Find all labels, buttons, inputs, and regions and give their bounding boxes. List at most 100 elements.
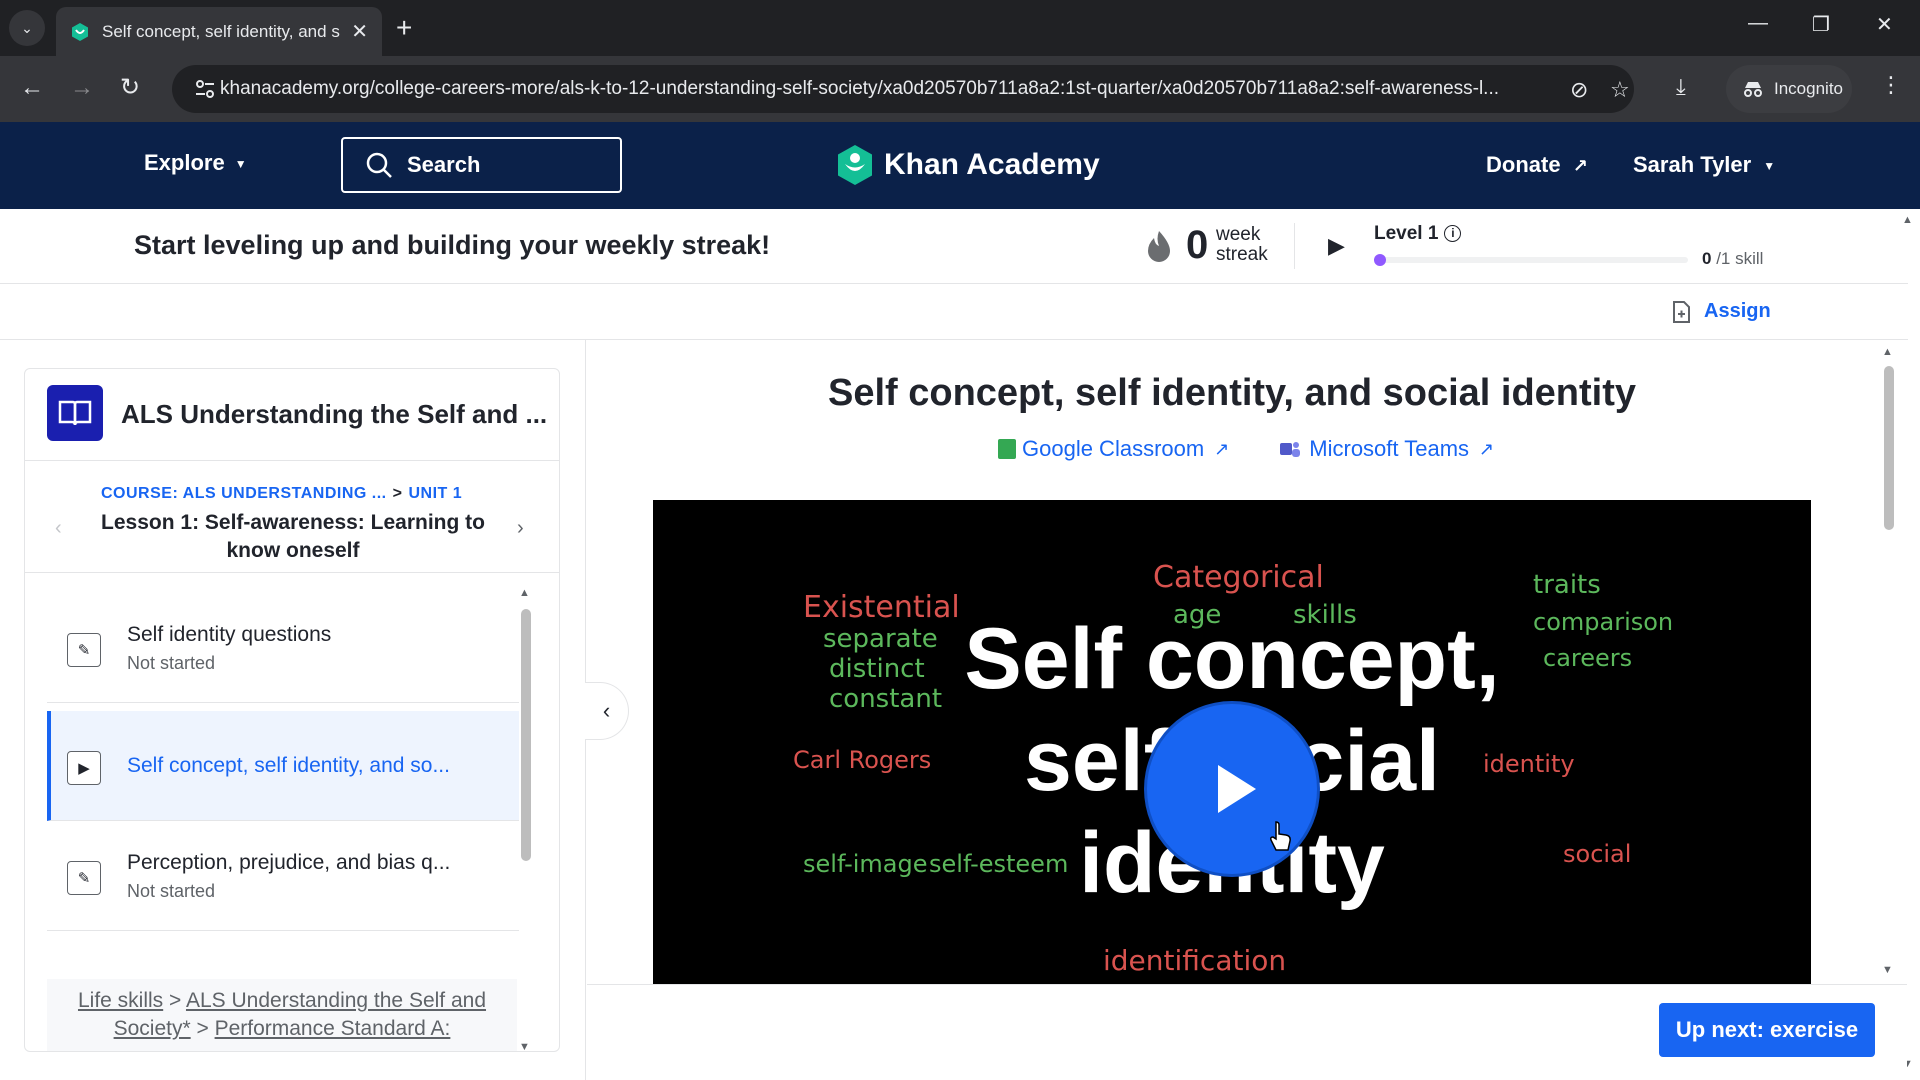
tab-title: Self concept, self identity, and s	[102, 21, 340, 41]
course-title: ALS Understanding the Self and ...	[121, 399, 548, 429]
caret-down-icon: ▼	[1763, 159, 1776, 174]
new-tab-plus-icon[interactable]: +	[396, 12, 412, 44]
restore-icon[interactable]: ❐	[1812, 12, 1830, 37]
download-icon[interactable]: ⤓	[1676, 74, 1686, 100]
course-header[interactable]: ALS Understanding the Self and ...	[25, 369, 559, 461]
up-next-exercise-button[interactable]: Up next: exercise	[1659, 1003, 1875, 1057]
forward-arrow-icon[interactable]: →	[70, 74, 94, 102]
google-classroom-link[interactable]: Google Classroom	[1022, 436, 1204, 462]
video-player[interactable]: Existential separate distinct constant C…	[653, 500, 1811, 984]
collapse-sidebar-chevron-icon[interactable]: ‹	[585, 682, 629, 740]
streak-unit: week streak	[1216, 225, 1268, 265]
skills-done: 0	[1702, 249, 1712, 268]
lesson-item-name: Perception, prejudice, and bias q...	[127, 851, 451, 874]
video-play-icon: ▶	[67, 751, 101, 785]
browser-toolbar: ← → ↻ khanacademy.org/college-careers-mo…	[0, 56, 1920, 122]
skills-total: /1 skill	[1716, 249, 1764, 268]
level-play-icon[interactable]: ▶	[1328, 233, 1345, 259]
donate-label: Donate	[1486, 152, 1561, 177]
khan-academy-hex-icon	[838, 145, 872, 185]
incognito-label: Incognito	[1774, 79, 1843, 98]
google-classroom-icon	[998, 439, 1016, 459]
main-scroll-down-icon[interactable]: ▼	[1882, 964, 1893, 976]
lesson-item-self-concept-video[interactable]: ▶ Self concept, self identity, and so...	[47, 711, 519, 821]
back-arrow-icon[interactable]: ←	[20, 74, 44, 102]
streak-flame-icon	[1148, 231, 1170, 262]
external-link-icon: ↗	[1479, 438, 1495, 459]
browser-tabstrip: ⌄ Self concept, self identity, and s ✕ +…	[0, 0, 1920, 56]
search-icon	[366, 152, 392, 178]
eye-off-icon[interactable]: ⊘	[1570, 77, 1588, 103]
address-bar[interactable]: khanacademy.org/college-careers-more/als…	[172, 65, 1634, 113]
url-text[interactable]: khanacademy.org/college-careers-more/als…	[220, 78, 1560, 100]
explore-menu-button[interactable]: Explore ▼	[144, 150, 247, 176]
lesson-item-name: Self identity questions	[127, 623, 332, 646]
streak-count: 0	[1186, 223, 1209, 267]
incognito-badge[interactable]: Incognito	[1726, 65, 1852, 113]
explore-label: Explore	[144, 150, 225, 175]
level-progress-dot	[1374, 254, 1386, 266]
tab-list-chevron-icon[interactable]: ⌄	[9, 10, 45, 46]
next-lesson-chevron-icon[interactable]: ›	[517, 517, 524, 540]
khan-academy-logo[interactable]: Khan Academy	[836, 144, 1100, 186]
search-button[interactable]: Search	[341, 137, 622, 193]
lesson-item-perception-prejudice[interactable]: ✎ Perception, prejudice, and bias q... N…	[47, 821, 519, 931]
crumb-life-skills[interactable]: Life skills	[78, 989, 163, 1012]
level-label: Level 1 i	[1374, 223, 1462, 245]
page-scroll-up-icon[interactable]: ▲	[1902, 214, 1913, 226]
bottom-breadcrumbs: Life skills > ALS Understanding the Self…	[47, 979, 517, 1051]
breadcrumb-unit[interactable]: UNIT 1	[408, 485, 462, 502]
assign-button[interactable]: Assign	[1672, 300, 1771, 323]
streak-message: Start leveling up and building your week…	[134, 230, 771, 260]
search-label: Search	[407, 152, 481, 177]
chalk-word: Categorical	[1153, 560, 1324, 595]
chalk-word: identification	[1103, 944, 1287, 977]
level-progress-bar	[1374, 254, 1688, 266]
microsoft-teams-link[interactable]: Microsoft Teams	[1309, 436, 1469, 462]
user-name: Sarah Tyler	[1633, 152, 1752, 177]
external-link-icon: ↗	[1572, 156, 1588, 176]
info-icon[interactable]: i	[1444, 225, 1462, 243]
previous-lesson-chevron-icon[interactable]: ‹	[55, 517, 62, 540]
streak-divider	[1294, 223, 1295, 269]
user-menu-button[interactable]: Sarah Tyler ▼	[1633, 152, 1775, 178]
browser-tab-active[interactable]: Self concept, self identity, and s ✕	[56, 7, 382, 56]
lesson-item-self-identity-questions[interactable]: ✎ Self identity questions Not started	[47, 593, 519, 703]
assign-label: Assign	[1704, 300, 1771, 322]
browser-menu-kebab-icon[interactable]: ⋮	[1880, 72, 1902, 98]
lesson-title[interactable]: Lesson 1: Self-awareness: Learning to kn…	[85, 509, 501, 565]
assign-document-icon	[1673, 300, 1690, 323]
sidebar-scrollbar-thumb[interactable]	[521, 609, 531, 861]
bookmark-star-icon[interactable]: ☆	[1610, 77, 1630, 103]
chalk-word: traits	[1533, 570, 1601, 600]
share-links: Google Classroom ↗ Microsoft Teams ↗	[998, 436, 1494, 462]
site-header: Explore ▼ Search Khan Academy Donate ↗ Sa…	[0, 122, 1920, 209]
tab-close-icon[interactable]: ✕	[351, 19, 368, 44]
main-scroll-up-icon[interactable]: ▲	[1882, 346, 1893, 358]
lesson-item-name: Self concept, self identity, and so...	[127, 754, 450, 777]
external-link-icon: ↗	[1214, 438, 1230, 459]
breadcrumb-course[interactable]: COURSE: ALS UNDERSTANDING ...	[101, 485, 387, 502]
sidebar-scroll-down-icon[interactable]: ▼	[519, 1041, 530, 1051]
reload-icon[interactable]: ↻	[120, 74, 140, 102]
crumb-standard[interactable]: Performance Standard A:	[215, 1017, 451, 1040]
site-settings-icon[interactable]	[194, 78, 216, 100]
level-label-text: Level 1	[1374, 223, 1439, 244]
assign-row: Assign	[0, 284, 1908, 340]
window-close-icon[interactable]: ✕	[1876, 12, 1893, 37]
streak-unit-week: week	[1216, 224, 1261, 245]
minimize-icon[interactable]: —	[1748, 12, 1768, 35]
lesson-item-status: Not started	[127, 653, 216, 673]
main-scrollbar-thumb[interactable]	[1884, 366, 1894, 530]
lesson-sidebar: ALS Understanding the Self and ... ‹ COU…	[0, 340, 586, 1080]
donate-link[interactable]: Donate ↗	[1486, 152, 1588, 178]
course-book-icon	[47, 385, 103, 441]
play-triangle-icon	[1218, 765, 1256, 813]
sidebar-scroll-up-icon[interactable]: ▲	[519, 587, 530, 599]
breadcrumb: COURSE: ALS UNDERSTANDING ... > UNIT 1	[101, 485, 462, 503]
mouse-pointer-icon	[1270, 821, 1291, 851]
skill-count: 0 /1 skill	[1702, 249, 1763, 269]
lesson-item-status: Not started	[127, 881, 216, 901]
exercise-pencil-icon: ✎	[67, 633, 101, 667]
video-title: Self concept, self identity, and social …	[827, 372, 1637, 414]
